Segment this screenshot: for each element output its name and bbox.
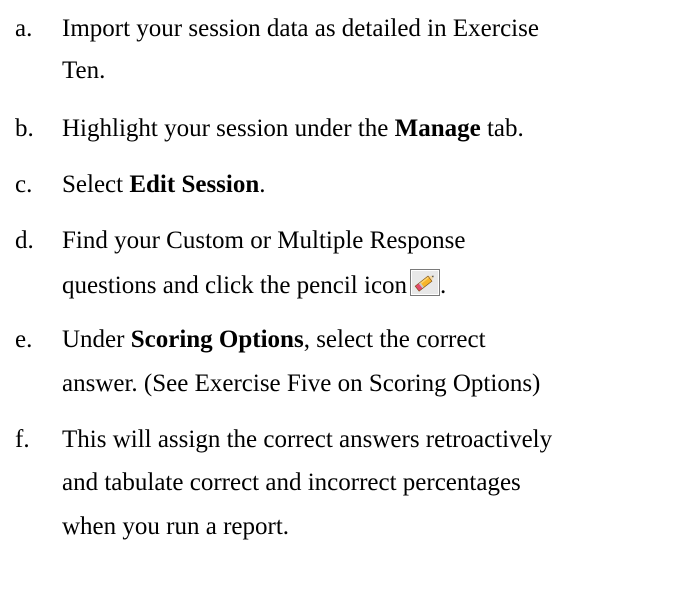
step-bold-term: Manage <box>394 115 481 142</box>
step-text-line: and tabulate correct and incorrect perce… <box>62 469 521 496</box>
step-text-line: questions and click the pencil icon . <box>62 269 446 300</box>
step-text-line: Highlight your session under the Manage … <box>62 114 524 143</box>
step-text: tab. <box>480 115 524 142</box>
step-text: Highlight your session under the <box>62 115 395 142</box>
step-text-line: when you run a report. <box>62 513 290 540</box>
step-text-line: answer. (See Exercise Five on Scoring Op… <box>62 370 541 397</box>
step-text: questions and click the pencil icon <box>62 272 408 299</box>
step-marker: a. <box>15 15 33 42</box>
step-text-line: This will assign the correct answers ret… <box>62 426 553 453</box>
step-text-line: Ten. <box>62 57 106 84</box>
step-text: , select the correct <box>303 326 486 353</box>
step-marker: e. <box>15 326 33 353</box>
step-text-line: Select Edit Session. <box>62 170 266 199</box>
step-marker: b. <box>15 115 34 142</box>
step-text: Under <box>62 326 131 353</box>
step-marker: d. <box>15 227 34 254</box>
step-text: Select <box>62 171 130 198</box>
step-text: . <box>259 171 266 198</box>
step-text-line: Find your Custom or Multiple Response <box>62 227 466 254</box>
step-text: . <box>440 272 447 299</box>
step-marker: c. <box>15 171 33 198</box>
step-text-line: Under Scoring Options, select the correc… <box>62 325 486 354</box>
pencil-icon[interactable] <box>410 269 441 296</box>
step-text-line: Import your session data as detailed in … <box>62 15 539 42</box>
step-marker: f. <box>15 426 30 453</box>
step-bold-term: Edit Session <box>129 171 260 198</box>
step-bold-term: Scoring Options <box>130 326 304 353</box>
